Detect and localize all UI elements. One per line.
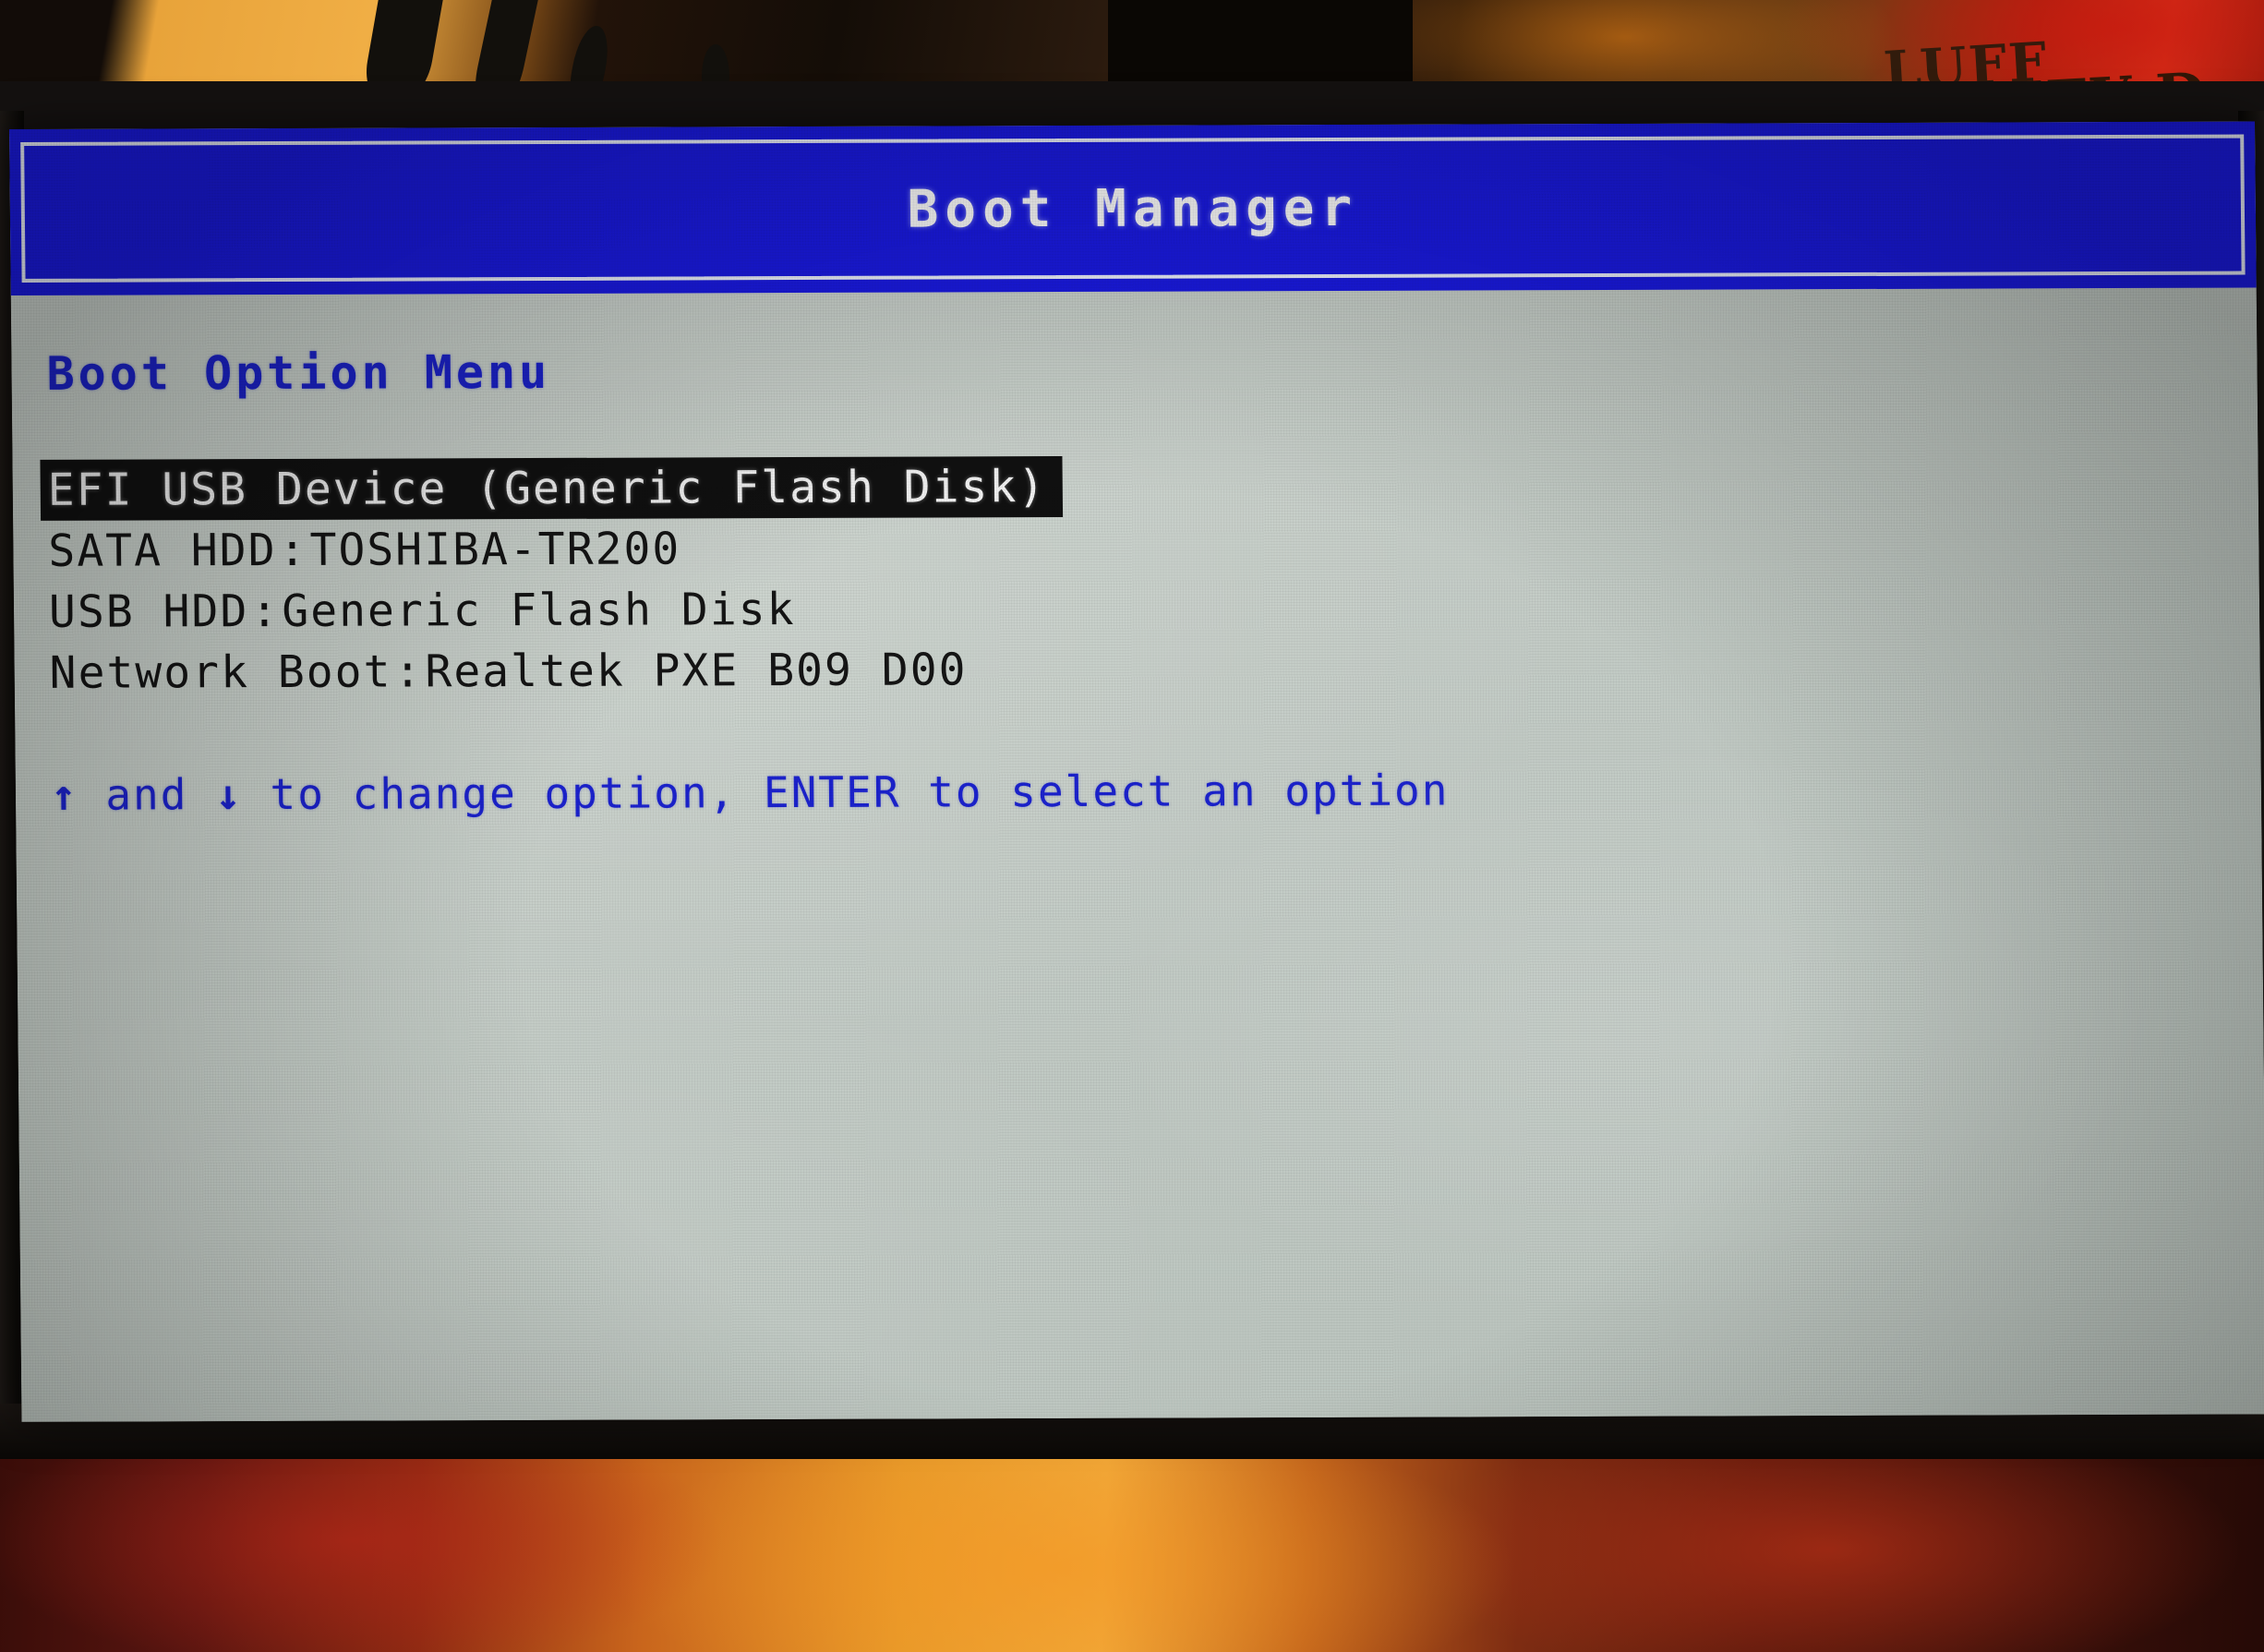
hint-text-mid: and: [78, 769, 216, 820]
boot-option-value: Realtek PXE B09 D00: [425, 644, 968, 698]
boot-option-list: EFI USB Device (Generic Flash Disk) SATA…: [40, 452, 2260, 703]
boot-option-label: USB HDD: [48, 585, 249, 638]
bottom-artwork-band: NE PIE E: [0, 1429, 2264, 1652]
boot-option-separator: :: [393, 645, 424, 698]
boot-option-sata-hdd[interactable]: SATA HDD : TOSHIBA-TR200: [41, 518, 681, 581]
boot-manager-screen: Boot Manager Boot Option Menu EFI USB De…: [9, 121, 2264, 1422]
boot-option-label: Network Boot: [49, 645, 392, 699]
arrow-up-icon: ↑: [50, 769, 78, 820]
boot-option-label: EFI USB Device (Generic Flash Disk): [47, 461, 1047, 516]
boot-option-value: Generic Flash Disk: [282, 584, 796, 637]
hint-text-end: to change option, ENTER to select an opt…: [242, 765, 1450, 820]
arrow-down-icon: ↓: [214, 769, 244, 820]
boot-option-separator: :: [278, 524, 308, 576]
boot-option-value: TOSHIBA-TR200: [309, 523, 681, 576]
page-title: Boot Manager: [907, 177, 1359, 240]
title-bar: Boot Manager: [9, 121, 2257, 295]
lcd-screen: Boot Manager Boot Option Menu EFI USB De…: [9, 121, 2264, 1422]
keyboard-hint-text: ↑ and ↓ to change option, ENTER to selec…: [50, 762, 2262, 820]
screen-body: Boot Option Menu EFI USB Device (Generic…: [11, 288, 2261, 820]
boot-option-menu-heading: Boot Option Menu: [46, 344, 551, 401]
boot-option-efi-usb-device[interactable]: EFI USB Device (Generic Flash Disk): [40, 456, 1064, 521]
photograph-of-laptop-screen: LUFF KEY D. NE PIE E Boot Manager: [0, 0, 2264, 1652]
boot-option-network-boot[interactable]: Network Boot : Realtek PXE B09 D00: [42, 639, 968, 703]
boot-option-usb-hdd[interactable]: USB HDD : Generic Flash Disk: [42, 579, 796, 643]
boot-option-separator: :: [250, 585, 281, 638]
title-bar-border: Boot Manager: [20, 134, 2246, 283]
boot-option-label: SATA HDD: [48, 524, 277, 577]
